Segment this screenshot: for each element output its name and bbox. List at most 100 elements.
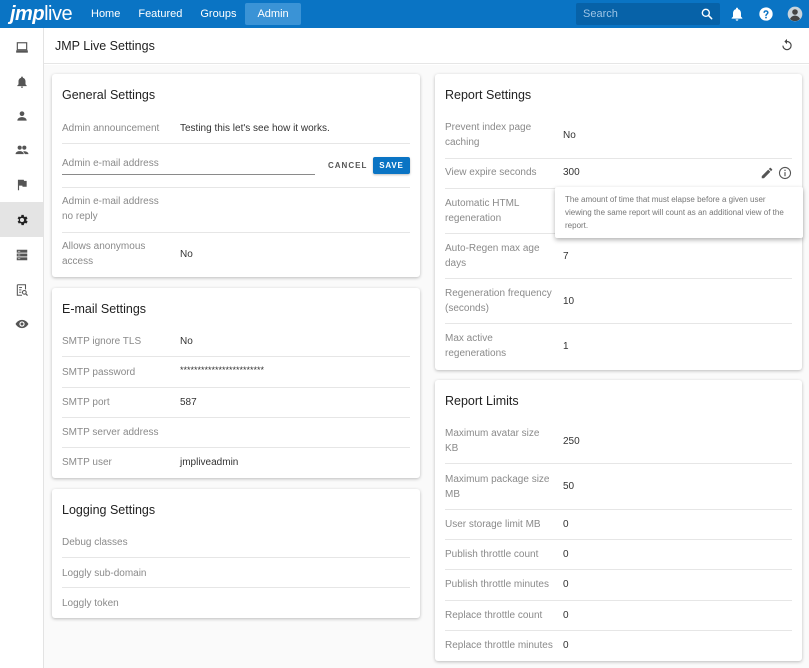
- setting-row[interactable]: Regeneration frequency (seconds) 10: [445, 279, 792, 324]
- setting-value: 0: [563, 640, 569, 651]
- row-actions: [760, 166, 792, 180]
- admin-email-input[interactable]: [62, 153, 315, 173]
- setting-value: 7: [563, 251, 569, 262]
- setting-row[interactable]: Publish throttle count 0: [445, 540, 792, 570]
- setting-row[interactable]: Loggly sub-domain: [62, 558, 410, 588]
- setting-row[interactable]: Admin announcement Testing this let's se…: [62, 114, 410, 144]
- setting-value: 0: [563, 549, 569, 560]
- setting-label: Prevent index page caching: [445, 122, 532, 148]
- search-icon[interactable]: [700, 7, 714, 21]
- setting-row[interactable]: Publish throttle minutes 0: [445, 570, 792, 601]
- nav-home[interactable]: Home: [82, 3, 129, 25]
- setting-label: Publish throttle minutes: [445, 579, 549, 590]
- search-input[interactable]: [576, 3, 694, 25]
- main-nav: Home Featured Groups Admin: [82, 3, 301, 25]
- sidebar-item-storage[interactable]: [0, 237, 43, 272]
- setting-label: Regeneration frequency (seconds): [445, 288, 552, 314]
- setting-label: SMTP password: [62, 367, 136, 378]
- setting-label: Maximum avatar size KB: [445, 428, 540, 454]
- sidebar-item-reports[interactable]: [0, 30, 43, 65]
- setting-value: No: [180, 249, 193, 260]
- card-title: Report Settings: [445, 88, 532, 102]
- setting-label: Automatic HTML regeneration: [445, 198, 520, 224]
- setting-row[interactable]: SMTP password ************************: [62, 357, 410, 388]
- top-bar: jmp live Home Featured Groups Admin: [0, 0, 809, 28]
- setting-value: 0: [563, 579, 569, 590]
- setting-value: 50: [563, 481, 575, 492]
- sidebar-item-users[interactable]: [0, 98, 43, 133]
- sidebar-item-notifications[interactable]: [0, 64, 43, 99]
- sidebar-item-search-reports[interactable]: [0, 272, 43, 307]
- sidebar-item-views[interactable]: [0, 306, 43, 341]
- setting-label: Debug classes: [62, 537, 128, 548]
- nav-admin[interactable]: Admin: [245, 3, 301, 25]
- help-icon[interactable]: [758, 6, 774, 22]
- setting-row[interactable]: Max active regenerations 1: [445, 324, 792, 370]
- view-expire-tooltip: The amount of time that must elapse befo…: [555, 187, 803, 238]
- bell-icon: [16, 75, 27, 88]
- card-title: General Settings: [62, 88, 156, 102]
- setting-row[interactable]: Allows anonymous access No: [62, 233, 410, 277]
- logo-live: live: [44, 3, 73, 25]
- cancel-button[interactable]: CANCEL: [328, 161, 367, 170]
- setting-row[interactable]: Maximum avatar size KB 250: [445, 419, 792, 464]
- avatar-icon[interactable]: [787, 6, 803, 22]
- setting-label: Loggly token: [62, 598, 119, 609]
- setting-row[interactable]: SMTP ignore TLS No: [62, 327, 410, 357]
- setting-label: Loggly sub-domain: [62, 568, 147, 579]
- people-icon: [15, 145, 28, 154]
- setting-label: Allows anonymous access: [62, 241, 146, 267]
- setting-row[interactable]: Maximum package size MB 50: [445, 464, 792, 510]
- setting-row[interactable]: SMTP server address: [62, 418, 410, 448]
- bell-icon[interactable]: [729, 6, 745, 22]
- setting-value: 0: [563, 610, 569, 621]
- setting-value: No: [563, 130, 576, 141]
- general-settings-card: General Settings Admin announcement Test…: [52, 74, 420, 277]
- sidebar: [0, 28, 44, 668]
- setting-row[interactable]: Debug classes: [62, 528, 410, 558]
- setting-row[interactable]: User storage limit MB 0: [445, 510, 792, 540]
- setting-label: Admin announcement: [62, 123, 160, 134]
- setting-row[interactable]: SMTP port 587: [62, 388, 410, 418]
- sidebar-item-settings[interactable]: [0, 202, 43, 237]
- jmp-live-logo[interactable]: jmp live: [10, 3, 73, 26]
- report-limits-card: Report Limits Maximum avatar size KB 250…: [435, 380, 802, 661]
- setting-row[interactable]: Admin e-mail address no reply: [62, 188, 410, 233]
- nav-featured[interactable]: Featured: [129, 3, 191, 25]
- setting-value: 10: [563, 296, 575, 307]
- info-icon[interactable]: [778, 166, 792, 180]
- sidebar-item-groups[interactable]: [0, 132, 43, 167]
- setting-row-editing: CANCEL SAVE: [62, 144, 410, 188]
- laptop-icon: [15, 41, 28, 53]
- setting-row[interactable]: Loggly token: [62, 588, 410, 618]
- logging-settings-card: Logging Settings Debug classes Loggly su…: [52, 489, 420, 618]
- edit-pencil-icon[interactable]: [760, 166, 774, 180]
- reset-icon[interactable]: [780, 38, 794, 52]
- setting-label: SMTP ignore TLS: [62, 336, 142, 347]
- setting-value: 0: [563, 519, 569, 530]
- admin-email-field: [62, 153, 315, 175]
- report-search-icon: [16, 283, 28, 296]
- setting-label: Admin e-mail address no reply: [62, 196, 159, 222]
- setting-row[interactable]: View expire seconds 300: [445, 159, 792, 189]
- nav-groups[interactable]: Groups: [191, 3, 245, 25]
- setting-label: Publish throttle count: [445, 549, 539, 560]
- card-title: Logging Settings: [62, 503, 156, 517]
- setting-row[interactable]: Replace throttle count 0: [445, 601, 792, 631]
- setting-value: jmpliveadmin: [180, 457, 239, 468]
- setting-label: User storage limit MB: [445, 519, 541, 530]
- save-button[interactable]: SAVE: [373, 157, 410, 174]
- setting-row[interactable]: Prevent index page caching No: [445, 114, 792, 159]
- setting-value: 300: [563, 167, 580, 178]
- setting-row[interactable]: Replace throttle minutes 0: [445, 631, 792, 661]
- setting-value: Testing this let's see how it works.: [180, 123, 330, 134]
- setting-value: No: [180, 336, 193, 347]
- setting-row[interactable]: Auto-Regen max age days 7: [445, 234, 792, 279]
- eye-icon: [15, 319, 28, 328]
- setting-label: Maximum package size MB: [445, 474, 550, 500]
- setting-label: SMTP server address: [62, 427, 159, 438]
- setting-label: SMTP port: [62, 397, 110, 408]
- sidebar-item-flags[interactable]: [0, 167, 43, 202]
- setting-row[interactable]: SMTP user jmpliveadmin: [62, 448, 410, 478]
- email-settings-card: E-mail Settings SMTP ignore TLS No SMTP …: [52, 288, 420, 478]
